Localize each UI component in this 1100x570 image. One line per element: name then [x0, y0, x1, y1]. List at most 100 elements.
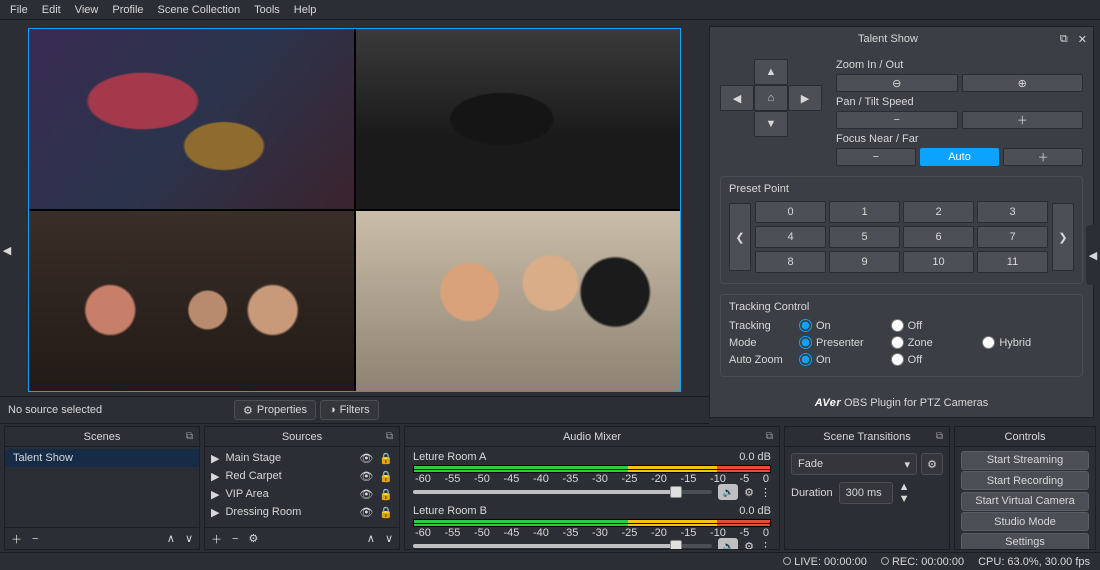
channel-settings-icon[interactable]: ⚙ [744, 486, 754, 499]
program-preview[interactable] [28, 28, 681, 392]
eye-icon[interactable]: 👁 [359, 470, 373, 483]
start-recording-button[interactable]: Start Recording [961, 471, 1089, 490]
live-status: LIVE: 00:00:00 [783, 556, 867, 568]
channel-more-icon[interactable]: ⋮ [760, 540, 771, 550]
zoom-out-button[interactable]: ⊖ [836, 74, 958, 92]
menu-tools[interactable]: Tools [254, 4, 280, 16]
undock-icon[interactable]: ⧉ [386, 431, 393, 442]
lock-icon[interactable]: 🔒 [379, 470, 393, 483]
ptz-right-button[interactable]: ▶ [788, 85, 822, 111]
controls-panel: Controls Start Streaming Start Recording… [954, 426, 1096, 550]
channel-settings-icon[interactable]: ⚙ [744, 540, 754, 550]
eye-icon[interactable]: 👁 [359, 506, 373, 519]
preset-7[interactable]: 7 [977, 226, 1048, 248]
tracking-off-radio[interactable]: Off [891, 319, 983, 332]
pan-speed-plus-button[interactable]: ＋ [962, 111, 1084, 129]
settings-button[interactable]: Settings [961, 533, 1089, 550]
properties-button[interactable]: ⚙ Properties [234, 400, 316, 420]
undock-icon[interactable]: ⧉ [186, 431, 193, 442]
autozoom-off-radio[interactable]: Off [891, 353, 983, 366]
chevron-down-icon: ▾ [904, 458, 910, 471]
source-add-button[interactable]: ＋ [211, 531, 222, 547]
duration-stepper-up[interactable]: ▲ [899, 481, 910, 493]
preset-4[interactable]: 4 [755, 226, 826, 248]
ptz-down-button[interactable]: ▼ [754, 111, 788, 137]
close-icon[interactable]: ✕ [1078, 33, 1087, 46]
pan-speed-minus-button[interactable]: − [836, 111, 958, 129]
preset-next-button[interactable]: ❯ [1052, 203, 1074, 271]
source-toolbar: No source selected ⚙ Properties ◑ Filter… [0, 396, 709, 424]
tracking-on-radio[interactable]: On [799, 319, 891, 332]
eye-icon[interactable]: 👁 [359, 488, 373, 501]
transition-settings-button[interactable]: ⚙ [921, 453, 943, 475]
menu-scene-collection[interactable]: Scene Collection [158, 4, 241, 16]
speaker-icon[interactable]: 🔊 [718, 538, 738, 549]
source-up-button[interactable]: ∧ [367, 532, 375, 545]
duration-stepper-down[interactable]: ▼ [899, 493, 910, 505]
preset-prev-button[interactable]: ❮ [729, 203, 751, 271]
dock-toggle-right[interactable]: ◀ [1086, 225, 1100, 285]
ptz-left-button[interactable]: ◀ [720, 85, 754, 111]
popout-icon[interactable]: ⧉ [1060, 33, 1068, 46]
mode-hybrid-radio[interactable]: Hybrid [982, 336, 1074, 349]
zoom-in-button[interactable]: ⊕ [962, 74, 1084, 92]
start-streaming-button[interactable]: Start Streaming [961, 451, 1089, 470]
menu-profile[interactable]: Profile [112, 4, 143, 16]
eye-icon[interactable]: 👁 [359, 452, 373, 465]
focus-far-button[interactable]: ＋ [1003, 148, 1083, 166]
duration-field[interactable]: 300 ms [839, 482, 893, 504]
scene-down-button[interactable]: ∨ [185, 532, 193, 545]
channel-more-icon[interactable]: ⋮ [760, 486, 771, 499]
preset-8[interactable]: 8 [755, 251, 826, 273]
volume-slider[interactable] [413, 544, 712, 548]
scene-up-button[interactable]: ∧ [167, 532, 175, 545]
undock-icon[interactable]: ⧉ [936, 431, 943, 442]
scene-add-button[interactable]: ＋ [11, 531, 22, 547]
focus-auto-button[interactable]: Auto [920, 148, 1000, 166]
preset-6[interactable]: 6 [903, 226, 974, 248]
autozoom-on-radio[interactable]: On [799, 353, 891, 366]
dock-toggle-left[interactable]: ◀ [0, 220, 14, 280]
preset-5[interactable]: 5 [829, 226, 900, 248]
ptz-home-button[interactable]: ⌂ [754, 85, 788, 111]
lock-icon[interactable]: 🔒 [379, 452, 393, 465]
scene-remove-button[interactable]: − [32, 533, 38, 545]
volume-slider[interactable] [413, 490, 712, 494]
ptz-up-button[interactable]: ▲ [754, 59, 788, 85]
preset-3[interactable]: 3 [977, 201, 1048, 223]
preset-10[interactable]: 10 [903, 251, 974, 273]
play-icon: ▶ [211, 488, 219, 501]
studio-mode-button[interactable]: Studio Mode [961, 512, 1089, 531]
preset-1[interactable]: 1 [829, 201, 900, 223]
source-down-button[interactable]: ∨ [385, 532, 393, 545]
source-item[interactable]: ▶Red Carpet👁🔒 [205, 467, 399, 485]
lock-icon[interactable]: 🔒 [379, 488, 393, 501]
transition-select[interactable]: Fade▾ [791, 453, 917, 475]
source-remove-button[interactable]: − [232, 533, 238, 545]
source-item[interactable]: ▶Dressing Room👁🔒 [205, 503, 399, 521]
menu-edit[interactable]: Edit [42, 4, 61, 16]
pan-speed-label: Pan / Tilt Speed [836, 96, 1083, 108]
menu-help[interactable]: Help [294, 4, 317, 16]
source-item[interactable]: ▶Main Stage👁🔒 [205, 449, 399, 467]
mode-zone-radio[interactable]: Zone [891, 336, 983, 349]
source-item[interactable]: ▶VIP Area👁🔒 [205, 485, 399, 503]
source-settings-button[interactable]: ⚙ [248, 532, 258, 545]
undock-icon[interactable]: ⧉ [766, 431, 773, 442]
scene-item[interactable]: Talent Show [5, 449, 199, 467]
lock-icon[interactable]: 🔒 [379, 506, 393, 519]
mode-presenter-radio[interactable]: Presenter [799, 336, 891, 349]
start-virtual-camera-button[interactable]: Start Virtual Camera [961, 492, 1089, 511]
focus-near-button[interactable]: − [836, 148, 916, 166]
duration-label: Duration [791, 487, 833, 499]
speaker-icon[interactable]: 🔊 [718, 484, 738, 500]
feed-main-stage [29, 29, 354, 209]
filters-button[interactable]: ◑ Filters [320, 400, 379, 420]
preset-9[interactable]: 9 [829, 251, 900, 273]
preset-0[interactable]: 0 [755, 201, 826, 223]
menu-view[interactable]: View [75, 4, 99, 16]
preset-11[interactable]: 11 [977, 251, 1048, 273]
preset-2[interactable]: 2 [903, 201, 974, 223]
feed-dressing-room [356, 211, 681, 391]
menu-file[interactable]: File [10, 4, 28, 16]
